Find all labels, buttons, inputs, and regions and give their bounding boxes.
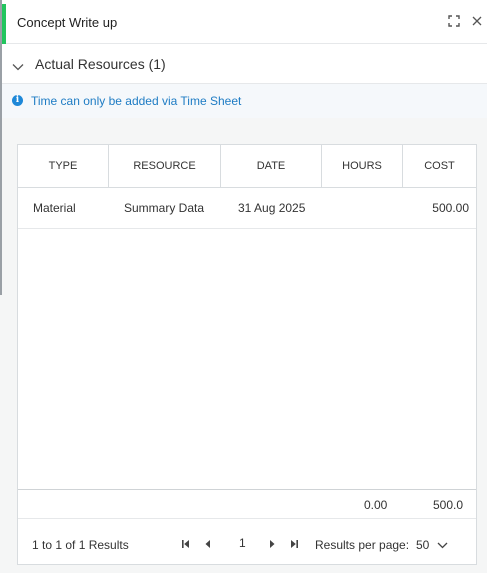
previous-page-icon[interactable] bbox=[202, 537, 214, 551]
column-header-type[interactable]: TYPE bbox=[18, 145, 109, 187]
cell-resource: Summary Data bbox=[124, 201, 205, 215]
table-header: TYPE RESOURCE DATE HOURS COST bbox=[18, 145, 476, 188]
panel-header: Concept Write up bbox=[2, 0, 487, 44]
actual-resources-panel: Concept Write up Actual Resources (1) i … bbox=[0, 0, 487, 573]
column-header-cost[interactable]: COST bbox=[403, 145, 476, 187]
panel-title: Concept Write up bbox=[17, 15, 118, 30]
chevron-down-icon[interactable] bbox=[12, 58, 24, 76]
column-header-date[interactable]: DATE bbox=[221, 145, 322, 187]
cell-hours bbox=[322, 188, 403, 228]
header-accent-bar bbox=[2, 4, 6, 44]
cell-cost: 500.00 bbox=[432, 201, 469, 215]
totals-row: 0.00 500.0 bbox=[18, 489, 476, 519]
total-hours: 0.00 bbox=[364, 498, 388, 512]
info-banner: i Time can only be added via Time Sheet bbox=[2, 84, 487, 118]
next-page-icon[interactable] bbox=[266, 537, 278, 551]
total-cost: 500.0 bbox=[433, 498, 464, 512]
table-row[interactable]: Material Summary Data 31 Aug 2025 500.00 bbox=[18, 188, 476, 229]
info-message: Time can only be added via Time Sheet bbox=[31, 94, 242, 108]
section-label: Actual Resources (1) bbox=[35, 56, 166, 72]
results-summary: 1 to 1 of 1 Results bbox=[32, 538, 129, 552]
chevron-down-icon bbox=[437, 542, 448, 549]
actual-resources-section-header[interactable]: Actual Resources (1) bbox=[2, 44, 487, 84]
column-header-resource[interactable]: RESOURCE bbox=[109, 145, 221, 187]
column-header-hours[interactable]: HOURS bbox=[322, 145, 403, 187]
resources-table: TYPE RESOURCE DATE HOURS COST Material S… bbox=[17, 144, 477, 565]
expand-icon[interactable] bbox=[447, 14, 461, 28]
cell-date: 31 Aug 2025 bbox=[238, 201, 306, 215]
cell-type: Material bbox=[33, 201, 76, 215]
close-icon[interactable] bbox=[470, 14, 484, 28]
last-page-icon[interactable] bbox=[288, 537, 300, 551]
info-icon: i bbox=[12, 95, 23, 106]
pagination-bar: 1 to 1 of 1 Results 1 Results per page: … bbox=[18, 519, 476, 564]
current-page-number[interactable]: 1 bbox=[239, 536, 246, 550]
results-per-page-select[interactable]: 50 bbox=[416, 534, 456, 556]
first-page-icon[interactable] bbox=[180, 537, 192, 551]
results-per-page-value: 50 bbox=[416, 538, 430, 552]
results-per-page-label: Results per page: bbox=[315, 538, 410, 552]
